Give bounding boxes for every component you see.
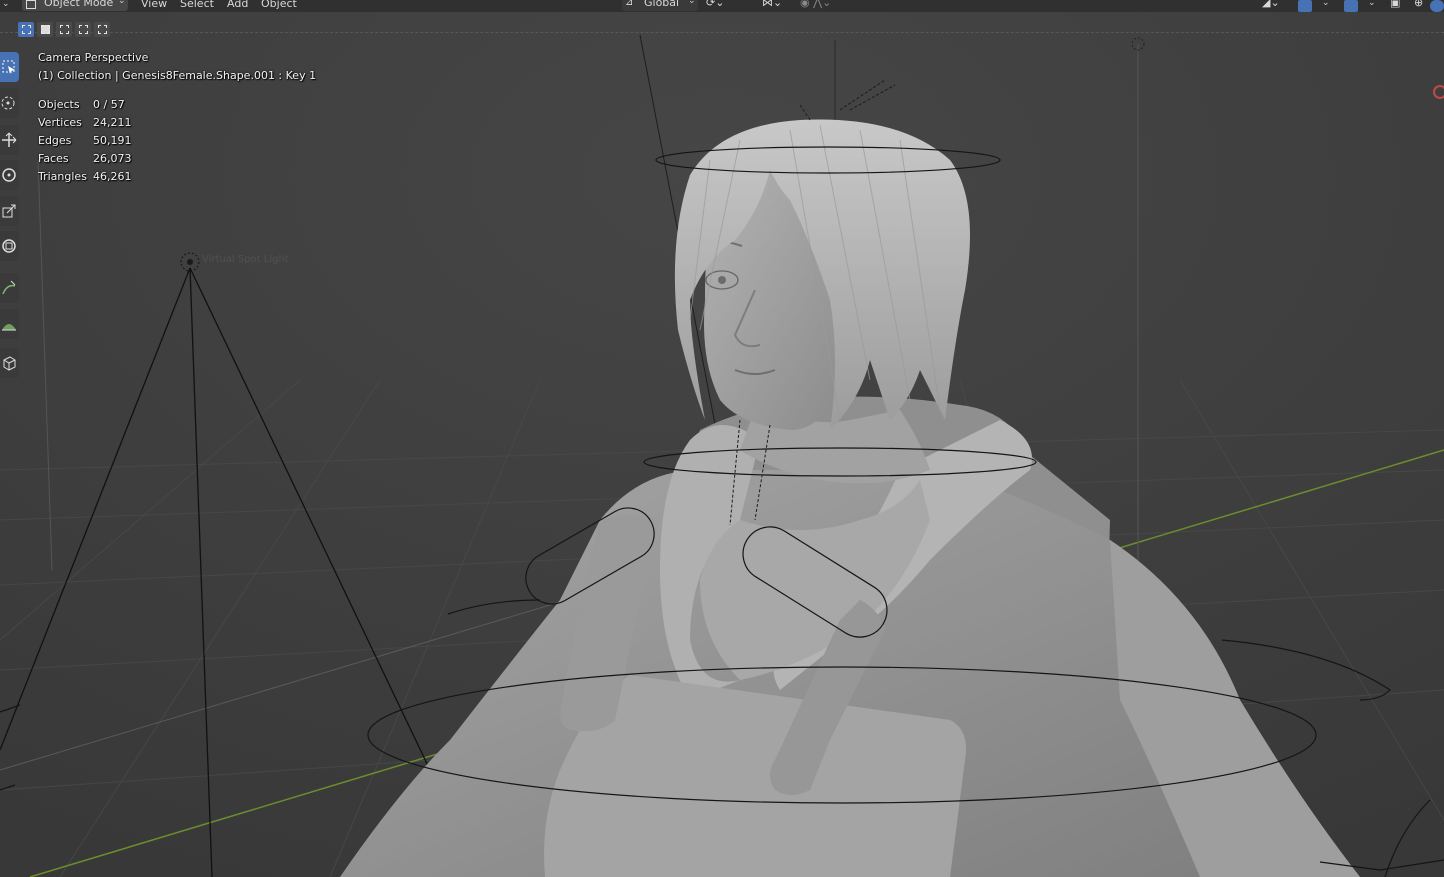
add-cube-tool[interactable] (0, 348, 19, 378)
select-intersect-icon[interactable] (94, 22, 110, 37)
overlay-toggle-icon[interactable] (1344, 0, 1358, 12)
xray-toggle-icon[interactable]: ▣ (1390, 0, 1400, 8)
orientation-icon: ⊿ (625, 0, 634, 8)
annotate-icon (2, 280, 16, 295)
stats-label-vertices: Vertices (38, 116, 82, 129)
scale-tool[interactable] (0, 196, 19, 226)
stats-value-faces: 26,073 (93, 152, 132, 165)
move-tool[interactable] (0, 125, 19, 155)
mode-label: Object Mode (44, 0, 114, 9)
stats-value-edges: 50,191 (93, 134, 132, 147)
stats-label-edges: Edges (38, 134, 72, 147)
solid-shading-icon[interactable] (1430, 0, 1444, 12)
mode-dropdown[interactable]: Object Mode ⌄ (22, 0, 128, 11)
stats-label-objects: Objects (38, 98, 80, 111)
menu-select[interactable]: Select (180, 0, 214, 9)
scale-icon (2, 204, 16, 218)
editor-type-chevron-icon[interactable]: ⌄ (2, 0, 10, 9)
cursor-icon (1, 96, 15, 110)
proportional-edit-icon[interactable]: ◉ ⋀⌄ (800, 0, 831, 8)
move-icon (2, 132, 17, 147)
view-name: Camera Perspective (38, 51, 149, 64)
snap-icon[interactable]: ⋈⌄ (762, 0, 782, 8)
rotate-tool[interactable] (0, 160, 19, 190)
measure-icon (2, 324, 16, 331)
stats-value-triangles: 46,261 (93, 170, 132, 183)
viewport-header: ⌄ Object Mode ⌄ View Select Add Object ⊿… (0, 0, 1444, 12)
collection-info: (1) Collection | Genesis8Female.Shape.00… (38, 69, 317, 82)
header-separator (0, 32, 1444, 33)
select-box-tool[interactable] (0, 52, 19, 82)
3d-viewport[interactable]: ⌄ Object Mode ⌄ View Select Add Object ⊿… (0, 0, 1444, 877)
add-cube-icon (3, 356, 16, 371)
transform-tool[interactable] (0, 231, 19, 261)
object-mode-icon (26, 0, 36, 9)
measure-tool[interactable] (0, 309, 19, 339)
gizmo-toggle-icon[interactable] (1298, 0, 1312, 12)
stats-value-vertices: 24,211 (93, 116, 132, 129)
menu-view[interactable]: View (141, 0, 167, 9)
menu-object[interactable]: Object (261, 0, 297, 9)
select-subtract-icon[interactable] (56, 22, 72, 37)
stats-label-triangles: Triangles (38, 170, 87, 183)
select-extend-icon[interactable] (37, 22, 53, 37)
stats-value-objects: 0 / 57 (93, 98, 125, 111)
select-new-icon[interactable] (18, 22, 34, 37)
select-difference-icon[interactable] (75, 22, 91, 37)
transform-icon (2, 239, 16, 253)
chevron-down-icon: ⌄ (688, 0, 696, 6)
stats-label-faces: Faces (38, 152, 69, 165)
viewport-scene[interactable] (0, 0, 1444, 877)
menu-add[interactable]: Add (227, 0, 248, 9)
cursor-tool[interactable] (0, 88, 19, 118)
chevron-down-icon[interactable]: ⌄ (1322, 0, 1330, 8)
orientation-label: Global (644, 0, 680, 9)
rotate-icon (2, 168, 16, 182)
wireframe-shading-icon[interactable]: ⊕ (1414, 0, 1423, 8)
annotate-tool[interactable] (0, 273, 19, 303)
pivot-point-icon[interactable]: ⟳⌄ (706, 0, 724, 8)
select-box-icon (2, 60, 15, 74)
chevron-down-icon: ⌄ (118, 0, 126, 6)
light-name-label: Virtual Spot Light (202, 254, 289, 265)
chevron-down-icon[interactable]: ⌄ (1368, 0, 1376, 8)
visibility-icon[interactable]: ◢⌄ (1262, 0, 1280, 8)
orientation-dropdown[interactable]: ⊿ Global ⌄ (622, 0, 698, 11)
